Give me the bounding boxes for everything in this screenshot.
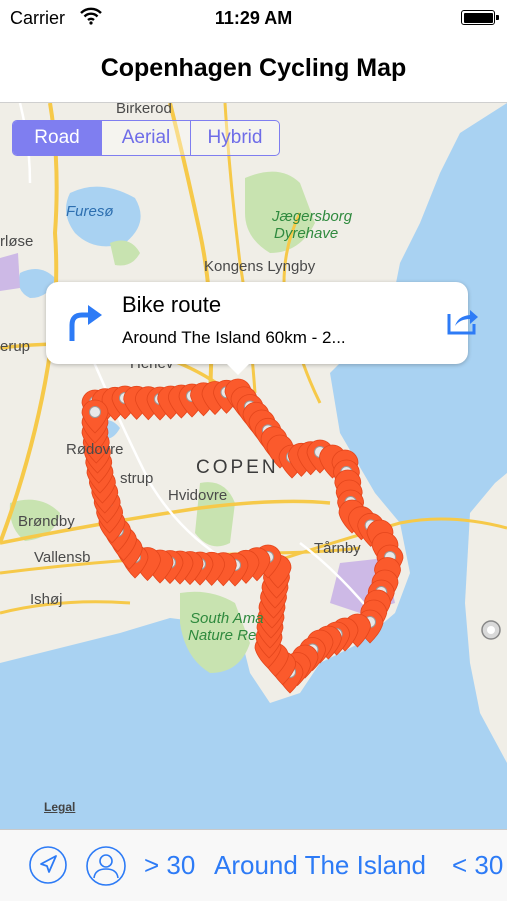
battery-icon	[461, 10, 499, 25]
callout-title: Bike route	[122, 292, 222, 317]
map-label-kongens-lyngby: Kongens Lyngby	[204, 258, 316, 275]
legal-link[interactable]: Legal	[44, 800, 75, 814]
map-view[interactable]: Birkerod Furesø Jægersborg Dyrehave Kong…	[0, 103, 507, 829]
map-label-jaegersborg: Jægersborg	[272, 208, 353, 225]
page-title: Copenhagen Cycling Map	[100, 54, 407, 82]
map-type-segmented-control[interactable]: Road Aerial Hybrid	[12, 120, 280, 156]
map-label-copenhagen: COPEN	[196, 457, 279, 478]
map-label-brondby: Brøndby	[18, 513, 75, 530]
status-bar: Carrier 11:29 AM	[0, 0, 507, 36]
route-name-button[interactable]: Around The Island	[214, 850, 426, 881]
map-label-hvidovre: Hvidovre	[168, 487, 228, 504]
map-type-aerial[interactable]: Aerial	[101, 121, 190, 155]
map-label-vallensbaek: Vallensb	[34, 549, 91, 566]
callout-pointer	[226, 363, 250, 375]
map-label-erlose: rløse	[0, 233, 34, 250]
filter-under-30-button[interactable]: < 30	[452, 850, 503, 881]
user-icon[interactable]	[85, 845, 127, 892]
bottom-toolbar: > 30 Around The Island < 30	[0, 829, 507, 901]
map-label-south-amager: South Ama	[190, 610, 264, 627]
map-label-tarnby: Tårnby	[314, 540, 361, 557]
map-label-dyrehave: Dyrehave	[274, 225, 339, 242]
location-arrow-icon[interactable]	[28, 845, 68, 890]
route-callout[interactable]: Bike route Around The Island 60km - 2...	[46, 282, 478, 375]
map-type-road[interactable]: Road	[13, 121, 101, 155]
navigation-bar: Copenhagen Cycling Map	[0, 36, 507, 103]
filter-over-30-button[interactable]: > 30	[144, 850, 195, 881]
map-label-birkerod: Birkerod	[116, 103, 172, 117]
map-label-erup: erup	[0, 338, 31, 355]
map-label-rodovre: Rødovre	[66, 441, 124, 458]
map-label-ishoj: Ishøj	[30, 591, 63, 608]
map-label-fureso: Furesø	[66, 203, 114, 220]
map-label-nature-reserve: Nature Re	[188, 627, 257, 644]
map-label-strup: strup	[120, 470, 154, 487]
status-time: 11:29 AM	[214, 8, 293, 28]
map-type-hybrid[interactable]: Hybrid	[190, 121, 279, 155]
callout-subtitle: Around The Island 60km - 2...	[122, 328, 346, 347]
